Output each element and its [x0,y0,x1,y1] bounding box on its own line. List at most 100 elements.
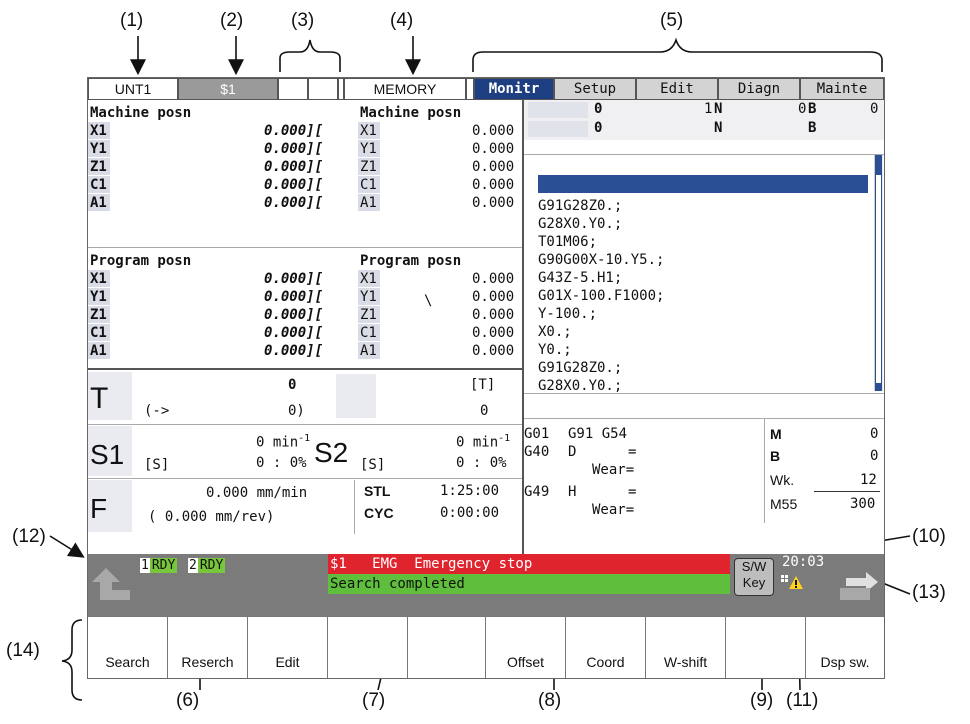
spindle-1-override: 0 : 0% [256,455,307,471]
spindle-1-speed: 0 min-1 [256,433,311,451]
axis-value: 0.000 [472,271,515,287]
softkey-blank-3[interactable] [726,617,806,678]
program-line: G28X0.Y0.; [538,378,623,394]
axis-value: 0.000 [472,195,515,211]
program-line: G91G28Z0.; [538,198,623,214]
message-text: Search completed [330,576,465,592]
softkey-search[interactable]: Search [88,617,168,678]
section-divider [88,247,522,248]
tool-number: 0 [288,377,297,393]
axis-label: Z1 [360,307,377,323]
modal-g2: G40 [524,444,550,460]
section-divider [88,424,522,425]
tool-next: 0) [288,403,305,419]
spindle-2-override: 0 : 0% [456,455,507,471]
switch-display-icon[interactable] [836,562,880,602]
program-line: G91G28Z0.; [538,360,623,376]
softkey-w-shift[interactable]: W-shift [646,617,726,678]
axis-label: X1 [360,123,377,139]
page-back-icon[interactable] [92,562,134,602]
spindle-2-label: S2 [314,437,349,468]
softkey-edit[interactable]: Edit [248,617,328,678]
feed-label: F [90,493,108,524]
machine-posn-title: Machine posn [90,105,192,121]
cnc-screen: UNT1 $1 MEMORY Monitr Setup Edit Diagn M… [87,77,885,679]
program-line: G01X-100.F1000; [538,288,665,304]
modal-eq2: = [628,484,637,500]
softkey-dsp-sw[interactable]: Dsp sw. [806,617,884,678]
tab-monitr[interactable]: Monitr [474,78,554,100]
axis-value: 0.000][ [264,325,324,341]
tab-diagn[interactable]: Diagn [718,78,800,100]
program-b1-pre: 0 [798,101,807,117]
spindle-2-s: [S] [360,457,386,473]
axis-label: C1 [90,177,107,193]
sw-key-line1: S/W [741,559,767,574]
clock: 20:03 [782,554,825,570]
spindle-2-speed: 0 min-1 [456,433,511,451]
axis-value: 0.000][ [264,271,324,287]
cyc-label: CYC [364,505,394,521]
program-line: T01M06; [538,234,598,250]
axis-label: A1 [90,343,107,359]
warning-icon [780,574,804,590]
rdy-2: 2 RDY [188,558,226,573]
softkey-blank-2[interactable] [408,617,486,678]
alarm-text: $1 EMG Emergency stop [330,556,533,572]
modal-g1: G01 [524,426,550,442]
axis-value: 0.000 [472,289,515,305]
axis-value: 0.000 [472,159,515,175]
axis-label: X1 [90,123,107,139]
axis-label: A1 [360,343,377,359]
program-posn-title-right: Program posn [360,253,462,269]
stl-value: 1:25:00 [440,483,500,499]
tab-setup[interactable]: Setup [554,78,636,100]
axis-value: 0.000 [472,325,515,341]
program-list[interactable]: G91G28Z0.; G28X0.Y0.; T01M06; G90G00X-10… [524,154,884,394]
tool-arrow: (-> [144,403,170,419]
softkey-coord[interactable]: Coord [566,617,646,678]
axis-label: C1 [90,325,107,341]
mb-divider [764,419,765,523]
program-o2: 0 [594,120,603,136]
program-o1: 0 [594,101,603,117]
axis-value: 0.000][ [264,141,324,157]
modal-d: D [568,444,577,460]
m-label: M [770,426,782,442]
tab-mainte[interactable]: Mainte [800,78,884,100]
program-n2: N [714,120,723,136]
softkey-reserch[interactable]: Reserch [168,617,248,678]
program-n1: N [714,101,723,117]
program-n1-val: 1 [704,101,713,117]
axis-value: 0.000 [472,123,515,139]
modal-eq1: = [628,444,637,460]
axis-value: 0.000][ [264,343,324,359]
feed-per-rev: ( 0.000 mm/rev) [148,509,275,525]
wk-label: Wk. [770,472,795,488]
axis-value: 0.000][ [264,307,324,323]
axis-value: 0.000][ [264,195,324,211]
axis-label: Z1 [90,307,107,323]
program-scroll-thumb[interactable] [875,155,882,391]
system-field: $1 [178,78,278,100]
tab-edit[interactable]: Edit [636,78,718,100]
softkey-blank-1[interactable] [328,617,408,678]
softkey-offset[interactable]: Offset [486,617,566,678]
axis-value: 0.000 [472,343,515,359]
program-line: X0.; [538,324,572,340]
b-label: B [770,448,781,464]
axis-value: 0.000][ [264,177,324,193]
program-line: G28X0.Y0.; [538,216,623,232]
modal-g3: G49 [524,484,550,500]
machine-posn-title-right: Machine posn [360,105,462,121]
tool-label: T [90,382,109,415]
axis-label: A1 [90,195,107,211]
sw-key-button[interactable]: S/W Key [734,558,774,596]
modal-wear2: Wear= [592,502,635,518]
sw-key-line2: Key [742,575,766,590]
mode-field: MEMORY [344,78,466,100]
axis-label: Y1 [90,141,107,157]
modal-g1b: G91 G54 [568,426,628,442]
m55-label: M55 [770,496,798,512]
top-gap [466,78,474,100]
